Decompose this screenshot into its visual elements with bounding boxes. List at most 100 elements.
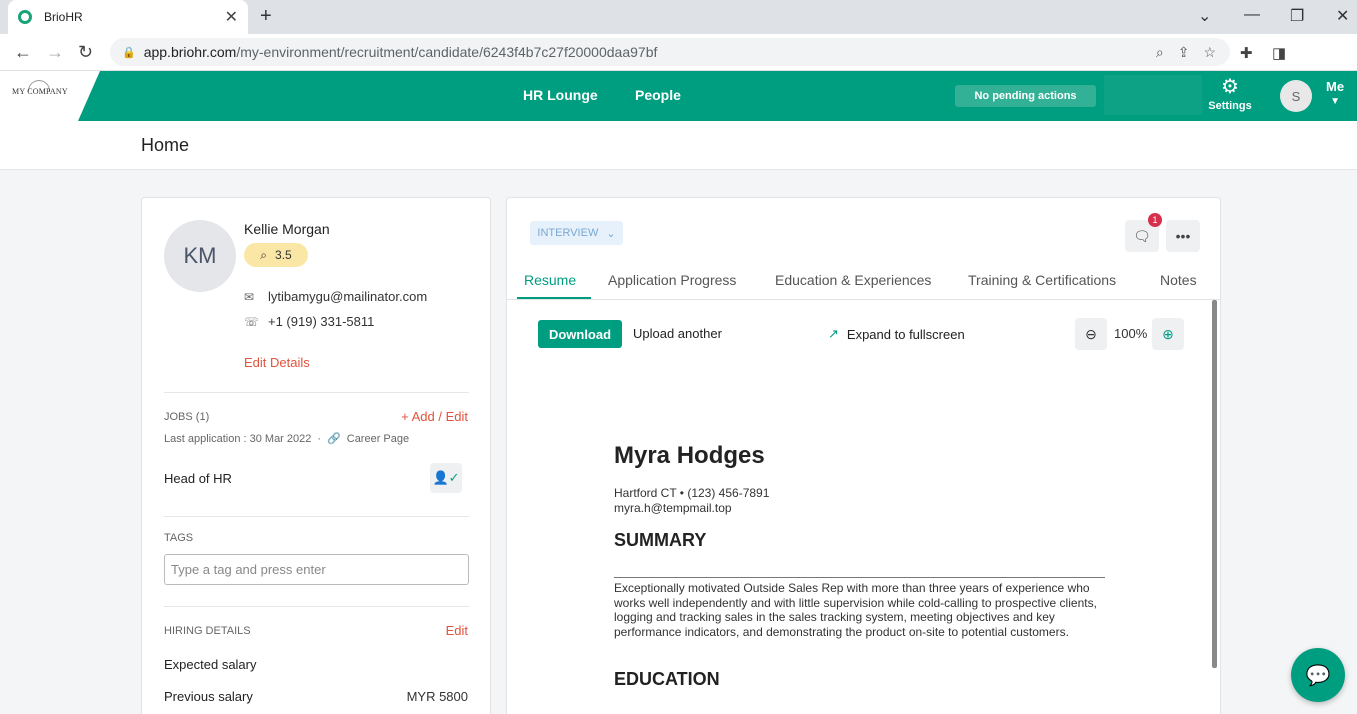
- close-tab-icon[interactable]: ✕: [225, 7, 238, 27]
- briohr-favicon-icon: [18, 10, 32, 24]
- page-title-bar: Home: [0, 121, 1357, 170]
- url-path: /my-environment/recruitment/candidate/62…: [236, 44, 658, 60]
- zoom-out-icon: ⊖: [1085, 325, 1097, 342]
- email-row: ✉ lytibamygu@mailinator.com: [244, 289, 427, 304]
- job-title[interactable]: Head of HR: [164, 471, 232, 486]
- rating-badge: ⌕ 3.5: [244, 243, 308, 267]
- download-button[interactable]: Download: [538, 320, 622, 348]
- more-icon: •••: [1175, 228, 1191, 244]
- last-application: Last application : 30 Mar 2022: [164, 432, 312, 445]
- zoom-out-button[interactable]: ⊖: [1075, 318, 1107, 350]
- nav-hr-lounge[interactable]: HR Lounge: [523, 87, 598, 103]
- new-tab-icon[interactable]: +: [260, 5, 272, 28]
- hiring-details-label: HIRING DETAILS: [164, 625, 251, 637]
- edit-hiring-details-link[interactable]: Edit: [446, 623, 468, 638]
- status-dropdown[interactable]: INTERVIEW ⌄: [530, 221, 623, 245]
- phone-row: ☏ +1 (919) 331-5811: [244, 314, 374, 329]
- search-icon: ⌕: [260, 247, 268, 262]
- gear-icon: ⚙: [1221, 76, 1239, 98]
- separator-dot: ·: [317, 432, 322, 445]
- assign-user-button[interactable]: 👤✓: [430, 463, 462, 493]
- application-meta: Last application : 30 Mar 2022 · 🔗 Caree…: [164, 432, 410, 446]
- edit-details-link[interactable]: Edit Details: [244, 355, 310, 370]
- tab-education-experiences[interactable]: Education & Experiences: [775, 272, 931, 288]
- close-window-icon[interactable]: ✕: [1336, 6, 1349, 26]
- tab-title: BrioHR: [44, 10, 83, 24]
- header-placeholder-box: [1104, 75, 1202, 115]
- viewer-scrollbar[interactable]: [1212, 300, 1217, 668]
- avatar[interactable]: S: [1280, 80, 1312, 112]
- resume-email: myra.h@tempmail.top: [614, 501, 732, 515]
- expand-label: Expand to fullscreen: [846, 326, 965, 342]
- tab-application-progress[interactable]: Application Progress: [608, 272, 736, 288]
- me-label: Me: [1326, 79, 1345, 94]
- previous-salary-value: MYR 5800: [406, 689, 468, 704]
- status-label: INTERVIEW: [537, 227, 599, 239]
- lock-icon: 🔒: [122, 46, 136, 59]
- tab-search-icon[interactable]: ⌄: [1198, 6, 1211, 26]
- comment-count-badge: 1: [1148, 213, 1162, 227]
- expected-salary-label: Expected salary: [164, 657, 257, 672]
- chat-launcher-button[interactable]: 💬: [1291, 648, 1345, 702]
- tab-training-certifications[interactable]: Training & Certifications: [968, 272, 1116, 288]
- mail-icon: ✉: [244, 289, 255, 304]
- jobs-label: JOBS (1): [164, 411, 210, 423]
- page-title: Home: [141, 135, 190, 155]
- back-icon[interactable]: ←: [14, 42, 32, 63]
- company-logo[interactable]: MY COMPANY: [0, 71, 100, 121]
- restore-icon[interactable]: ❐: [1290, 6, 1304, 26]
- divider: [164, 392, 469, 393]
- me-menu[interactable]: Me ▼: [1326, 79, 1344, 107]
- zoom-in-icon: ⊕: [1162, 325, 1174, 342]
- user-check-icon: 👤✓: [432, 470, 460, 485]
- zoom-in-button[interactable]: ⊕: [1152, 318, 1184, 350]
- resume-rule: [614, 577, 1105, 578]
- browser-tab-bar: BrioHR ✕ + ⌄ — ❐ ✕: [0, 0, 1357, 34]
- url-host: app.briohr.com: [143, 44, 237, 60]
- nav-people[interactable]: People: [635, 87, 681, 103]
- resume-education-heading: EDUCATION: [614, 669, 720, 689]
- more-options-button[interactable]: •••: [1166, 220, 1200, 252]
- chevron-down-icon: ⌄: [606, 227, 616, 240]
- candidate-avatar: KM: [164, 220, 236, 292]
- side-panel-icon[interactable]: ◨: [1272, 44, 1286, 62]
- resume-summary-text: Exceptionally motivated Outside Sales Re…: [614, 581, 1097, 640]
- phone-icon: ☏: [244, 314, 260, 329]
- rating-value: 3.5: [275, 248, 292, 262]
- zoom-icon[interactable]: ⌕: [1156, 44, 1164, 61]
- tab-resume[interactable]: Resume: [524, 272, 576, 288]
- add-edit-jobs-link[interactable]: + Add / Edit: [401, 409, 468, 424]
- divider: [164, 516, 469, 517]
- zoom-level: 100%: [1114, 326, 1148, 341]
- candidate-card: KM Kellie Morgan ⌕ 3.5 ✉ lytibamygu@mail…: [141, 197, 491, 714]
- external-link-icon: ↗: [828, 326, 839, 341]
- extensions-icon[interactable]: ✚: [1240, 44, 1253, 62]
- reload-icon[interactable]: ↻: [78, 42, 93, 63]
- share-icon[interactable]: ⇪: [1178, 44, 1190, 61]
- url-input[interactable]: 🔒 app.briohr.com /my-environment/recruit…: [110, 38, 1230, 66]
- expand-fullscreen-button[interactable]: ↗ Expand to fullscreen: [828, 326, 965, 342]
- divider: [164, 606, 469, 607]
- upload-another-button[interactable]: Upload another: [633, 326, 722, 341]
- forward-icon[interactable]: →: [46, 42, 64, 63]
- candidate-email[interactable]: lytibamygu@mailinator.com: [268, 289, 427, 304]
- active-tab-indicator: [517, 297, 591, 299]
- candidate-phone[interactable]: +1 (919) 331-5811: [268, 314, 374, 329]
- resume-name: Myra Hodges: [614, 442, 765, 469]
- chat-icon: 💬: [1305, 664, 1331, 687]
- tab-notes[interactable]: Notes: [1160, 272, 1197, 288]
- browser-tab[interactable]: BrioHR ✕: [8, 0, 248, 34]
- tags-label: TAGS: [164, 532, 194, 544]
- minimize-icon[interactable]: —: [1244, 6, 1260, 24]
- settings-button[interactable]: ⚙ Settings: [1208, 77, 1252, 112]
- caret-down-icon: ▼: [1330, 96, 1340, 107]
- application-source: Career Page: [346, 432, 410, 445]
- logo-text: MY COMPANY: [12, 87, 68, 96]
- tag-input[interactable]: [164, 554, 469, 585]
- pending-actions-button[interactable]: No pending actions: [955, 85, 1096, 107]
- detail-tabs: Resume Application Progress Education & …: [507, 258, 1220, 300]
- comment-icon: 🗨: [1133, 227, 1151, 244]
- bookmark-star-icon[interactable]: ☆: [1203, 44, 1216, 61]
- link-icon: 🔗: [327, 433, 341, 445]
- app-header: MY COMPANY HR Lounge People No pending a…: [0, 71, 1357, 121]
